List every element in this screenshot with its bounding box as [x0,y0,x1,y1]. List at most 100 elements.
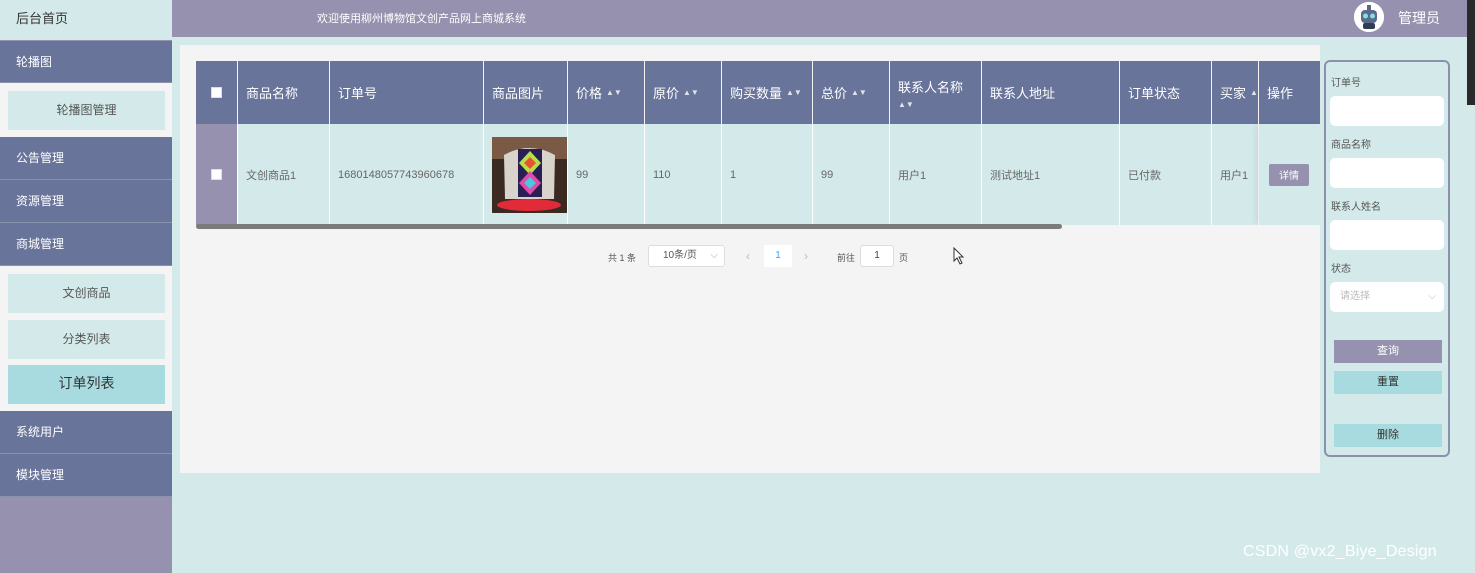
col-header-label: 操作 [1267,86,1294,101]
cell-qty: 1 [722,124,813,225]
goto-page-input[interactable]: 1 [860,245,894,267]
orders-table: 商品名称 订单号 商品图片 价格 ▲▼ 原价 ▲▼ 购买数量 ▲▼ 总价 ▲▼ 联系人名… [196,61,1320,225]
col-header-status: 订单状态 [1120,61,1212,124]
col-header-label: 订单号 [338,86,378,101]
sort-icon[interactable]: ▲ [1250,88,1258,97]
order-no-input[interactable] [1330,96,1444,126]
select-all-cell [196,61,238,124]
cell-status: 已付款 [1120,124,1212,225]
watermark-text: CSDN @vx2_Biye_Design [1243,543,1437,560]
col-header-order-no: 订单号 [330,61,484,124]
col-header-label: 价格 [576,86,603,101]
col-header-label: 商品图片 [492,86,545,101]
order-no-label: 订单号 [1331,78,1361,89]
sidebar-item-resource[interactable]: 资源管理 [0,180,172,223]
sidebar-item-users[interactable]: 系统用户 [0,411,172,454]
product-name-label: 商品名称 [1331,140,1371,151]
col-header-label: 订单状态 [1128,86,1181,101]
cell-total: 99 [813,124,890,225]
col-header-buyer[interactable]: 买家 ▲ [1212,61,1259,124]
row-checkbox[interactable] [211,169,222,180]
chevron-down-icon: ⌵ [1428,291,1436,302]
sidebar-item-modules[interactable]: 模块管理 [0,454,172,497]
prev-page-button[interactable]: ‹ [737,245,759,267]
cell-actions: 详情 [1259,124,1320,225]
page-size-select[interactable]: 10条/页 ⌵ [648,245,725,267]
status-select[interactable]: 请选择 ⌵ [1330,282,1444,312]
col-header-total[interactable]: 总价 ▲▼ [813,61,890,124]
col-header-label: 买家 [1220,86,1247,101]
sidebar-subitem-orders[interactable]: 订单列表 [8,365,165,404]
sort-icon[interactable]: ▲▼ [606,88,622,97]
contact-name-label: 联系人姓名 [1331,202,1381,213]
col-header-orig-price[interactable]: 原价 ▲▼ [645,61,722,124]
col-header-price[interactable]: 价格 ▲▼ [568,61,645,124]
sidebar-subitem-carousel-manage[interactable]: 轮播图管理 [8,91,165,130]
cell-price: 99 [568,124,645,225]
pagination-total: 共 1 条 [608,253,637,263]
main-panel: 商品名称 订单号 商品图片 价格 ▲▼ 原价 ▲▼ 购买数量 ▲▼ 总价 ▲▼ 联系人名… [180,45,1320,473]
page-size-value: 10条/页 [663,250,697,261]
status-label: 状态 [1331,264,1351,275]
top-header: 欢迎使用柳州博物馆文创产品网上商城系统 管理员 [172,0,1475,37]
sidebar-item-notice[interactable]: 公告管理 [0,137,172,180]
sidebar: 后台首页 轮播图 轮播图管理 公告管理 资源管理 商城管理 文创商品 分类列表 … [0,0,172,573]
col-header-label: 总价 [821,86,848,101]
sort-icon[interactable]: ▲▼ [898,100,914,109]
cell-address: 测试地址1 [982,124,1120,225]
table-horizontal-scrollbar[interactable] [196,224,1062,229]
cell-name: 文创商品1 [238,124,330,225]
sort-icon[interactable]: ▲▼ [683,88,699,97]
admin-username[interactable]: 管理员 [1398,8,1440,28]
reset-button[interactable]: 重置 [1334,371,1442,394]
table-header: 商品名称 订单号 商品图片 价格 ▲▼ 原价 ▲▼ 购买数量 ▲▼ 总价 ▲▼ 联系人名… [196,61,1320,124]
col-header-qty[interactable]: 购买数量 ▲▼ [722,61,813,124]
sidebar-subitem-products[interactable]: 文创商品 [8,274,165,313]
col-header-label: 联系人地址 [990,86,1056,101]
product-thumbnail[interactable] [492,136,567,213]
cell-image [484,124,568,225]
product-name-input[interactable] [1330,158,1444,188]
sidebar-item-carousel[interactable]: 轮播图 [0,41,172,83]
sort-icon[interactable]: ▲▼ [786,88,802,97]
chevron-left-icon: ‹ [746,249,750,263]
sort-icon[interactable]: ▲▼ [851,88,867,97]
cell-order-no: 1680148057743960678 [330,124,484,225]
cell-orig-price: 110 [645,124,722,225]
col-header-actions: 操作 [1259,61,1320,124]
cell-contact: 用户1 [890,124,982,225]
sidebar-submenu-carousel: 轮播图管理 [0,83,172,137]
chevron-right-icon: › [804,249,808,263]
row-select-cell [196,124,238,225]
col-header-image: 商品图片 [484,61,568,124]
delete-button[interactable]: 删除 [1334,424,1442,447]
page-number-current[interactable]: 1 [764,245,792,267]
robot-avatar-icon[interactable] [1354,2,1384,32]
query-button[interactable]: 查询 [1334,340,1442,363]
select-all-checkbox[interactable] [211,87,222,98]
detail-button[interactable]: 详情 [1269,163,1309,186]
window-edge [1467,0,1475,105]
welcome-text: 欢迎使用柳州博物馆文创产品网上商城系统 [317,12,526,25]
col-header-label: 购买数量 [730,86,783,101]
col-header-label: 商品名称 [246,86,299,101]
col-header-name: 商品名称 [238,61,330,124]
page-unit-label: 页 [899,253,909,263]
sidebar-subitem-categories[interactable]: 分类列表 [8,320,165,359]
sidebar-item-mall[interactable]: 商城管理 [0,223,172,266]
next-page-button[interactable]: › [795,245,817,267]
col-header-label: 联系人名称 [898,79,964,95]
status-placeholder: 请选择 [1340,291,1370,302]
sidebar-submenu-mall: 文创商品 分类列表 订单列表 [0,266,172,411]
goto-label: 前往 [837,253,856,263]
col-header-label: 原价 [653,86,680,101]
sidebar-item-home[interactable]: 后台首页 [0,0,172,40]
mouse-cursor-icon [953,247,965,265]
contact-name-input[interactable] [1330,220,1444,250]
chevron-down-icon: ⌵ [710,250,718,261]
search-panel: 订单号 商品名称 联系人姓名 状态 请选择 ⌵ 查询 重置 删除 [1324,60,1450,457]
col-header-address: 联系人地址 [982,61,1120,124]
table-row: 文创商品1 1680148057743960678 99 110 1 99 用户… [196,124,1320,225]
cell-buyer: 用户1 [1212,124,1259,225]
col-header-contact[interactable]: 联系人名称 ▲▼ [890,61,982,124]
